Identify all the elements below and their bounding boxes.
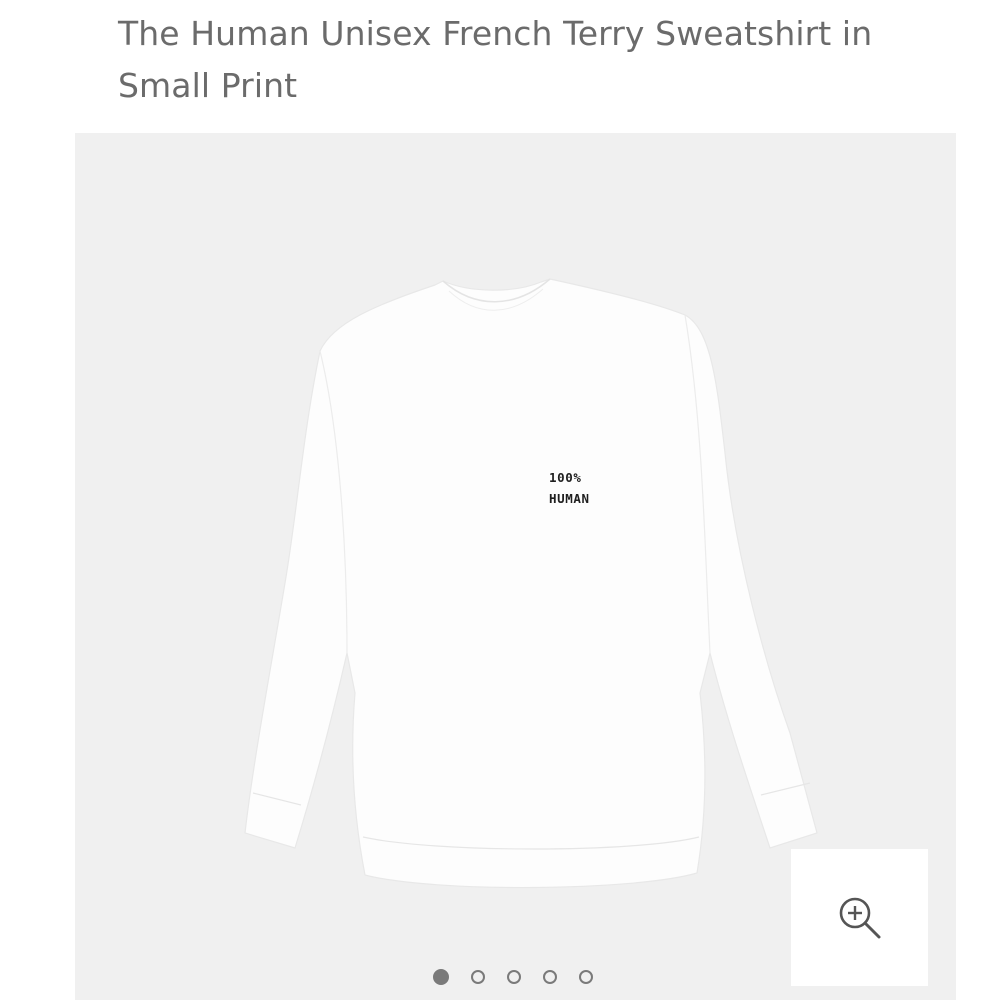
print-text-line-2: HUMAN [549,491,590,506]
sweatshirt-body [244,278,818,889]
zoom-in-icon [839,897,880,938]
carousel-dot-1[interactable] [433,969,449,985]
print-text-line-1: 100% [549,470,582,485]
zoom-button[interactable] [791,849,928,986]
carousel-dot-3[interactable] [507,970,521,984]
carousel-dot-4[interactable] [543,970,557,984]
product-image-gallery[interactable]: 100% HUMAN [75,133,956,1000]
carousel-dots [433,967,615,987]
carousel-dot-5[interactable] [579,970,593,984]
carousel-dot-2[interactable] [471,970,485,984]
product-title: The Human Unisex French Terry Sweatshirt… [118,14,873,105]
